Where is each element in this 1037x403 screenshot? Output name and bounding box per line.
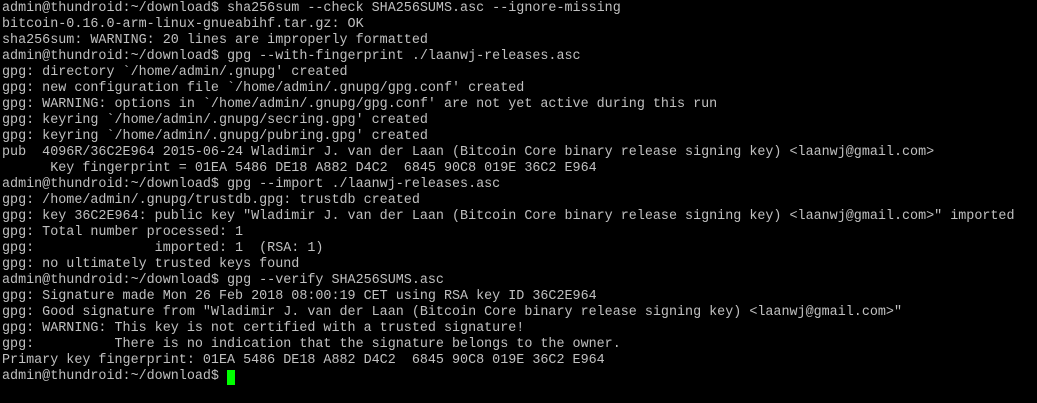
terminal-window[interactable]: admin@thundroid:~/download$ sha256sum --… bbox=[0, 0, 1037, 403]
terminal-line: sha256sum: WARNING: 20 lines are imprope… bbox=[2, 33, 428, 48]
terminal-line: gpg: keyring `/home/admin/.gnupg/secring… bbox=[2, 113, 428, 128]
terminal-line: gpg: Total number processed: 1 bbox=[2, 225, 244, 240]
terminal-line: gpg: no ultimately trusted keys found bbox=[2, 257, 300, 272]
terminal-line: gpg: Signature made Mon 26 Feb 2018 08:0… bbox=[2, 289, 597, 304]
terminal-line: admin@thundroid:~/download$ sha256sum --… bbox=[2, 1, 621, 16]
terminal-line: gpg: keyring `/home/admin/.gnupg/pubring… bbox=[2, 129, 428, 144]
terminal-line: gpg: Good signature from "Wladimir J. va… bbox=[2, 305, 902, 320]
terminal-line: gpg: imported: 1 (RSA: 1) bbox=[2, 241, 324, 256]
terminal-line: gpg: WARNING: options in `/home/admin/.g… bbox=[2, 97, 718, 112]
terminal-line: gpg: key 36C2E964: public key "Wladimir … bbox=[2, 209, 1015, 224]
shell-prompt: admin@thundroid:~/download$ bbox=[2, 369, 219, 384]
terminal-line: bitcoin-0.16.0-arm-linux-gnueabihf.tar.g… bbox=[2, 17, 364, 32]
terminal-line: admin@thundroid:~/download$ gpg --verify… bbox=[2, 273, 444, 288]
terminal-line: gpg: new configuration file `/home/admin… bbox=[2, 81, 525, 96]
terminal-line: Key fingerprint = 01EA 5486 DE18 A882 D4… bbox=[2, 161, 597, 176]
terminal-line: gpg: There is no indication that the sig… bbox=[2, 337, 621, 352]
terminal-line: admin@thundroid:~/download$ gpg --with-f… bbox=[2, 49, 581, 64]
terminal-line: gpg: directory `/home/admin/.gnupg' crea… bbox=[2, 65, 348, 80]
terminal-line: pub 4096R/36C2E964 2015-06-24 Wladimir J… bbox=[2, 145, 935, 160]
terminal-line: admin@thundroid:~/download$ gpg --import… bbox=[2, 177, 501, 192]
active-prompt-line[interactable]: admin@thundroid:~/download$ bbox=[2, 369, 1037, 385]
cursor-block[interactable] bbox=[226, 369, 235, 385]
terminal-line: Primary key fingerprint: 01EA 5486 DE18 … bbox=[2, 353, 605, 368]
terminal-line: gpg: WARNING: This key is not certified … bbox=[2, 321, 525, 336]
terminal-line: gpg: /home/admin/.gnupg/trustdb.gpg: tru… bbox=[2, 193, 420, 208]
